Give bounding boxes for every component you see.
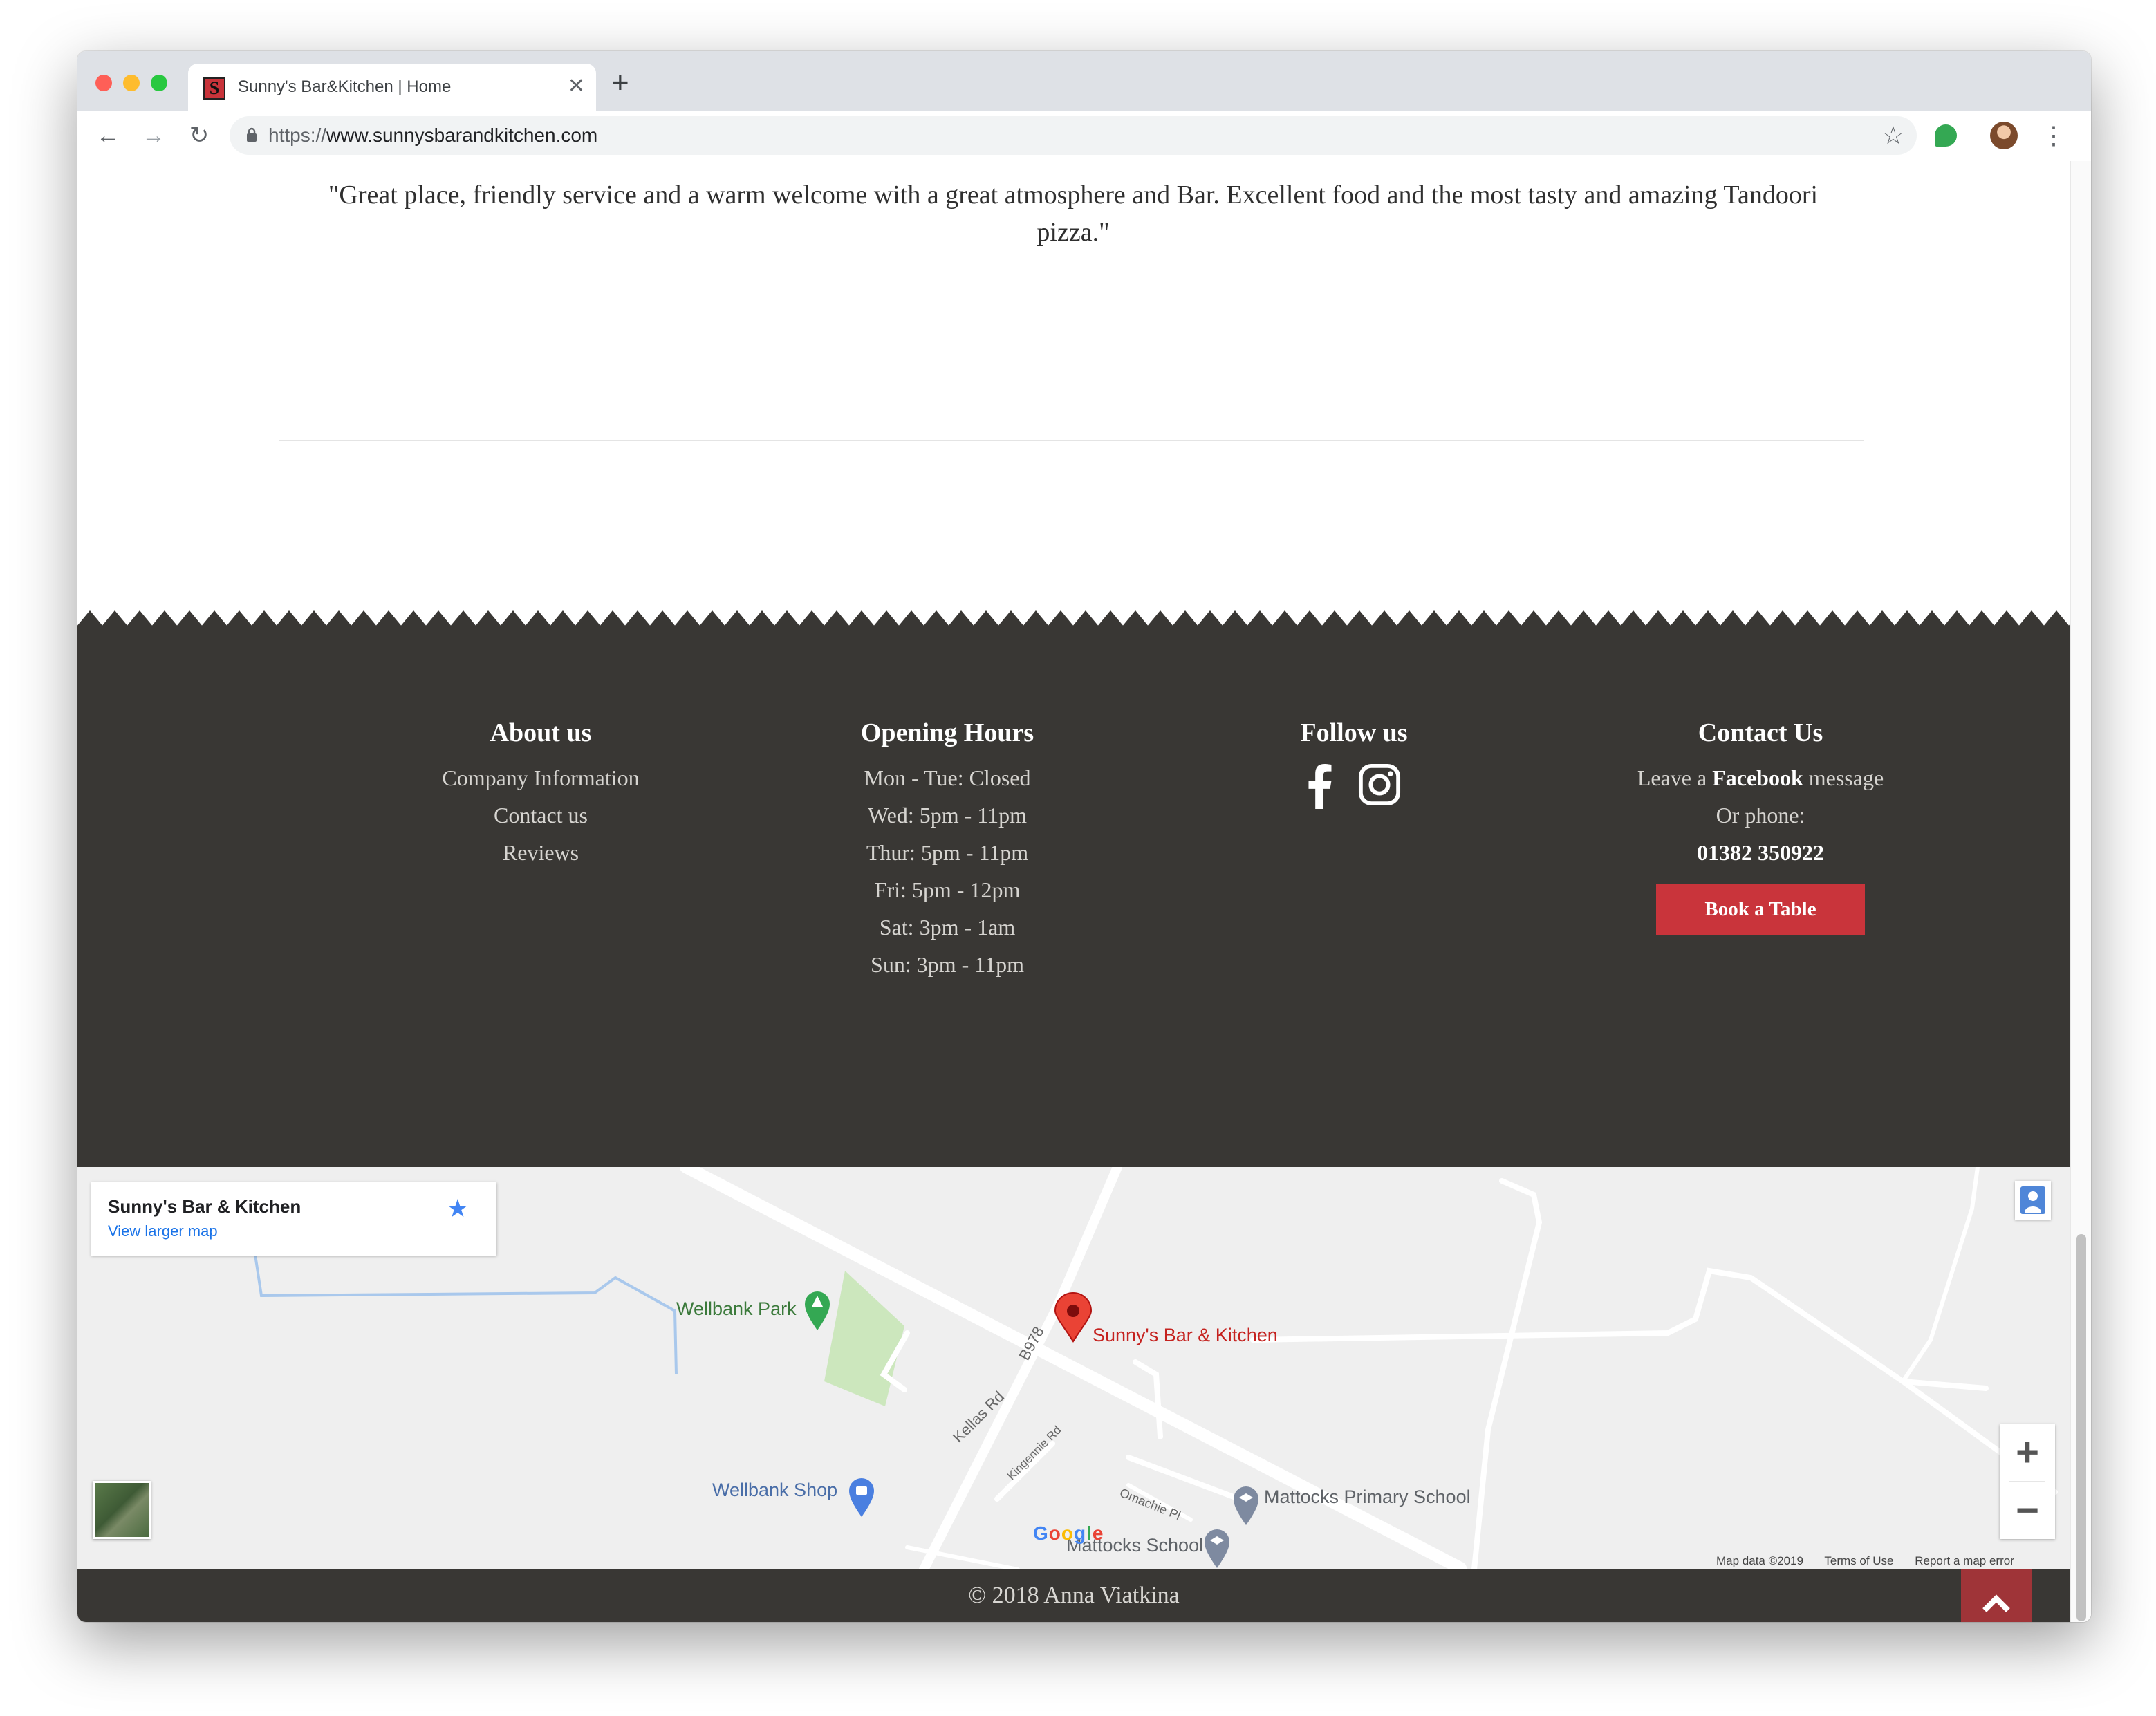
tab-close-icon[interactable]: ✕ bbox=[568, 75, 585, 98]
footer-about: About us Company Information Contact us … bbox=[347, 716, 734, 871]
hours-line: Sat: 3pm - 1am bbox=[879, 915, 1016, 940]
zoom-control: + − bbox=[2000, 1424, 2055, 1539]
url-host: www.sunnysbarandkitchen.com bbox=[326, 124, 598, 146]
minimize-window-button[interactable] bbox=[123, 75, 140, 91]
leave-suffix: message bbox=[1803, 765, 1884, 790]
sunny-pin-icon bbox=[1054, 1292, 1093, 1343]
facebook-icon[interactable] bbox=[1307, 763, 1332, 809]
copyright-text: © 2018 Anna Viatkina bbox=[968, 1583, 1180, 1608]
footer-opening-hours: Opening Hours Mon - Tue: Closed Wed: 5pm… bbox=[754, 716, 1141, 983]
browser-toolbar: ← → ↻ https://www.sunnysbarandkitchen.co… bbox=[77, 111, 2091, 160]
page-viewport: "Great place, friendly service and a war… bbox=[77, 161, 2091, 1622]
school-pin-icon bbox=[1205, 1529, 1229, 1568]
hours-line: Thur: 5pm - 11pm bbox=[866, 840, 1029, 865]
back-button[interactable]: ← bbox=[93, 120, 123, 151]
footer-follow: Follow us bbox=[1160, 716, 1548, 809]
terms-of-use-link[interactable]: Terms of Use bbox=[1824, 1554, 1893, 1567]
map-label-park[interactable]: Wellbank Park bbox=[676, 1298, 797, 1320]
leave-prefix: Leave a bbox=[1637, 765, 1713, 790]
scrollbar-thumb[interactable] bbox=[2076, 1234, 2086, 1621]
social-links bbox=[1160, 763, 1548, 809]
section-divider bbox=[279, 440, 1864, 441]
zoom-out-button[interactable]: − bbox=[2000, 1482, 2055, 1539]
company-information-link[interactable]: Company Information bbox=[347, 759, 734, 796]
contact-us-link[interactable]: Contact us bbox=[347, 796, 734, 834]
maximize-window-button[interactable] bbox=[151, 75, 167, 91]
chevron-up-icon bbox=[1982, 1594, 2010, 1612]
forward-button[interactable]: → bbox=[138, 120, 169, 151]
zoom-in-button[interactable]: + bbox=[2000, 1424, 2055, 1481]
map-label-place[interactable]: Sunny's Bar & Kitchen bbox=[1093, 1325, 1278, 1346]
footer-contact: Contact Us Leave a Facebook message Or p… bbox=[1567, 716, 1954, 935]
hours-heading: Opening Hours bbox=[860, 718, 1034, 747]
street-view-pegman-icon[interactable] bbox=[2015, 1181, 2051, 1220]
follow-heading: Follow us bbox=[1300, 718, 1408, 747]
facebook-message-text: Leave a Facebook message bbox=[1567, 759, 1954, 796]
reviews-link[interactable]: Reviews bbox=[347, 834, 734, 871]
bookmark-star-icon[interactable]: ☆ bbox=[1882, 120, 1904, 151]
map-label-primary-school[interactable]: Mattocks Primary School bbox=[1264, 1486, 1471, 1508]
stream bbox=[253, 1249, 678, 1375]
contact-heading: Contact Us bbox=[1698, 718, 1823, 747]
google-logo: Google bbox=[1033, 1522, 1104, 1544]
page-scrollbar[interactable] bbox=[2070, 161, 2091, 1622]
close-window-button[interactable] bbox=[95, 75, 112, 91]
tab-title: Sunny's Bar&Kitchen | Home bbox=[238, 77, 452, 96]
save-star-icon[interactable]: ★ bbox=[447, 1195, 469, 1222]
book-a-table-button[interactable]: Book a Table bbox=[1656, 884, 1865, 935]
reload-button[interactable]: ↻ bbox=[184, 120, 214, 151]
address-bar[interactable]: https://www.sunnysbarandkitchen.com ☆ bbox=[230, 116, 1917, 155]
about-heading: About us bbox=[490, 718, 592, 747]
map-label-shop[interactable]: Wellbank Shop bbox=[712, 1480, 837, 1501]
facebook-word: Facebook bbox=[1712, 765, 1803, 790]
new-tab-button[interactable]: + bbox=[611, 68, 629, 98]
park-pin-icon bbox=[805, 1291, 830, 1330]
zigzag-edge bbox=[77, 610, 2070, 635]
map-attribution: Map data ©2019 Terms of Use Report a map… bbox=[1716, 1554, 2032, 1568]
map-info-card: Sunny's Bar & Kitchen View larger map ★ bbox=[91, 1182, 496, 1256]
url-scheme: https:// bbox=[268, 124, 327, 146]
hours-line: Wed: 5pm - 11pm bbox=[868, 803, 1027, 828]
site-favicon-icon: S bbox=[203, 77, 225, 100]
lock-icon bbox=[247, 127, 257, 142]
url-text: https://www.sunnysbarandkitchen.com bbox=[268, 124, 597, 147]
tab-strip: S Sunny's Bar&Kitchen | Home ✕ + bbox=[77, 51, 2091, 111]
back-to-top-button[interactable] bbox=[1961, 1569, 2032, 1622]
or-phone-label: Or phone: bbox=[1716, 803, 1805, 828]
hours-line: Mon - Tue: Closed bbox=[864, 765, 1031, 790]
shop-pin-icon bbox=[849, 1478, 874, 1517]
testimonial-quote: "Great place, friendly service and a war… bbox=[328, 180, 1819, 247]
browser-menu-icon[interactable]: ⋮ bbox=[2041, 120, 2066, 151]
map-data-text: Map data ©2019 bbox=[1716, 1554, 1803, 1567]
extension-icon[interactable] bbox=[1935, 124, 1957, 147]
instagram-icon[interactable] bbox=[1358, 763, 1401, 806]
park-area bbox=[824, 1271, 904, 1406]
profile-avatar[interactable] bbox=[1990, 122, 2018, 149]
site-footer: About us Company Information Contact us … bbox=[77, 635, 2070, 1167]
map-card-title: Sunny's Bar & Kitchen bbox=[108, 1196, 301, 1217]
satellite-toggle-button[interactable] bbox=[93, 1481, 151, 1539]
school-pin-icon bbox=[1234, 1486, 1258, 1525]
embedded-map[interactable]: Wellbank Park Sunny's Bar & Kitchen Well… bbox=[77, 1167, 2070, 1569]
tab-home[interactable]: S Sunny's Bar&Kitchen | Home ✕ bbox=[188, 64, 596, 111]
report-map-error-link[interactable]: Report a map error bbox=[1915, 1554, 2014, 1567]
phone-number[interactable]: 01382 350922 bbox=[1567, 834, 1954, 871]
hours-line: Fri: 5pm - 12pm bbox=[874, 877, 1021, 902]
view-larger-map-link[interactable]: View larger map bbox=[108, 1222, 218, 1240]
browser-window: S Sunny's Bar&Kitchen | Home ✕ + ← → ↻ h… bbox=[77, 51, 2091, 1622]
hours-line: Sun: 3pm - 11pm bbox=[871, 952, 1024, 977]
